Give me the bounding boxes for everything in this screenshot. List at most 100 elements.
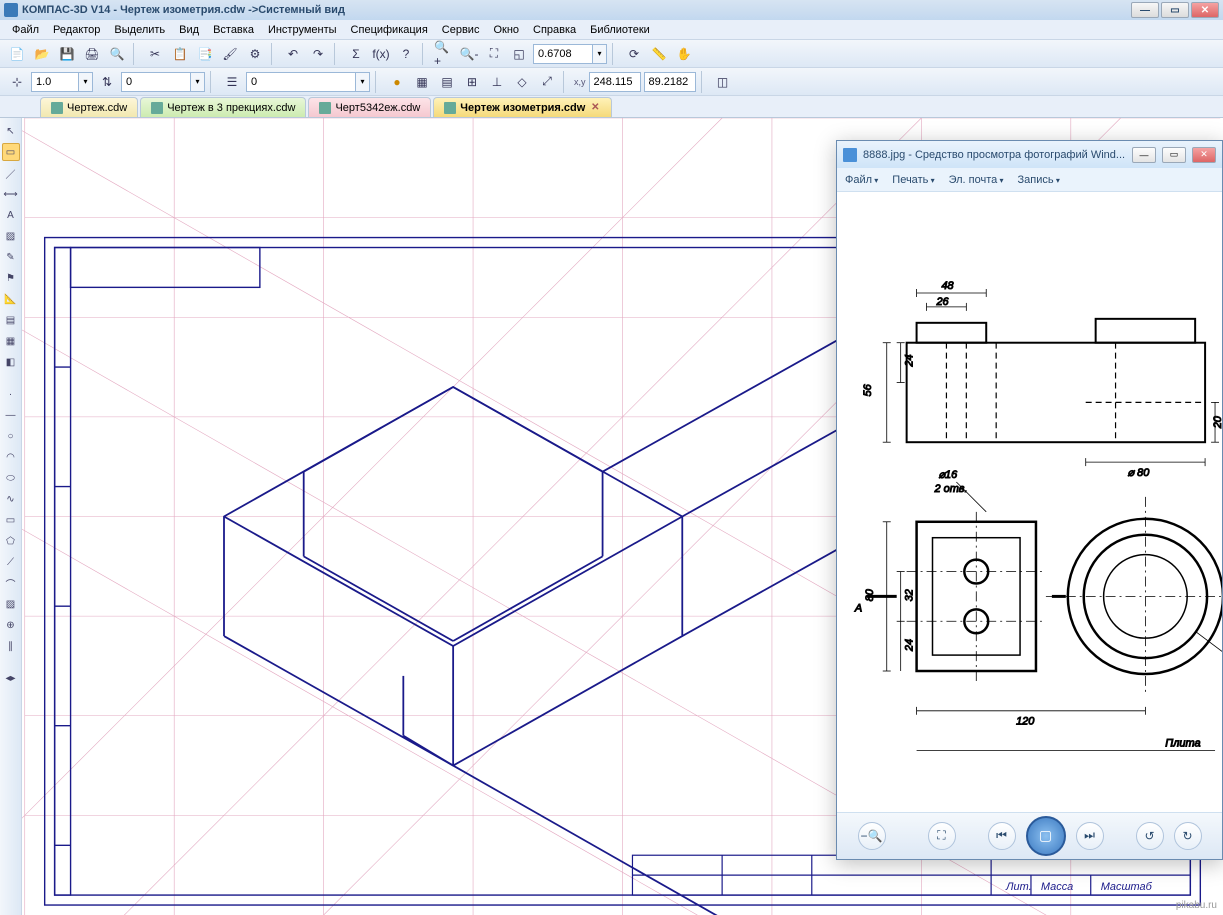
- geom-chamfer-icon[interactable]: ⟋: [2, 553, 20, 571]
- menu-window[interactable]: Окно: [487, 22, 525, 38]
- menu-file[interactable]: Файл: [6, 22, 45, 38]
- spec-icon[interactable]: ▤: [2, 311, 20, 329]
- pv-menu-email[interactable]: Эл. почта: [949, 174, 1004, 186]
- undo-icon[interactable]: ↶: [282, 43, 304, 65]
- sigma-icon[interactable]: Σ: [345, 43, 367, 65]
- tab-4[interactable]: Чертеж изометрия.cdw ✕: [433, 97, 612, 117]
- grid3-icon[interactable]: ⊞: [461, 71, 483, 93]
- new-icon[interactable]: 📄: [6, 43, 28, 65]
- dimension-icon[interactable]: ⟷: [2, 185, 20, 203]
- grid2-icon[interactable]: ▤: [436, 71, 458, 93]
- pv-zoom-out-icon[interactable]: −🔍: [858, 822, 886, 850]
- style-icon[interactable]: ●: [386, 71, 408, 93]
- zoom-window-icon[interactable]: ◱: [508, 43, 530, 65]
- menu-service[interactable]: Сервис: [436, 22, 486, 38]
- lineweight-dropdown[interactable]: ▾: [79, 72, 93, 92]
- select-icon[interactable]: ▭: [2, 143, 20, 161]
- zoom-input[interactable]: [533, 44, 593, 64]
- params-icon[interactable]: ⚑: [2, 269, 20, 287]
- geom-equid-icon[interactable]: ∥: [2, 637, 20, 655]
- text-icon[interactable]: A: [2, 206, 20, 224]
- hatch-icon[interactable]: ▨: [2, 227, 20, 245]
- geom-rect-icon[interactable]: ▭: [2, 511, 20, 529]
- geom-arc-icon[interactable]: ◠: [2, 448, 20, 466]
- menu-help[interactable]: Справка: [527, 22, 582, 38]
- open-icon[interactable]: 📂: [31, 43, 53, 65]
- brush-icon[interactable]: 🖌: [219, 43, 241, 65]
- zoom-in-icon[interactable]: 🔍+: [433, 43, 455, 65]
- minimize-button[interactable]: —: [1131, 2, 1159, 18]
- menu-select[interactable]: Выделить: [108, 22, 171, 38]
- print-icon[interactable]: 🖨: [81, 43, 103, 65]
- pv-maximize-button[interactable]: ▭: [1162, 147, 1186, 163]
- copy-icon[interactable]: 📋: [169, 43, 191, 65]
- tool-extra-icon[interactable]: ◫: [712, 71, 734, 93]
- grid1-icon[interactable]: ▦: [411, 71, 433, 93]
- geom-ellipse-icon[interactable]: ⬭: [2, 469, 20, 487]
- pv-menu-burn[interactable]: Запись: [1018, 174, 1060, 186]
- tab-1[interactable]: Чертеж.cdw: [40, 97, 138, 117]
- report-icon[interactable]: ▦: [2, 332, 20, 350]
- geom-spline-icon[interactable]: ∿: [2, 490, 20, 508]
- menu-spec[interactable]: Спецификация: [345, 22, 434, 38]
- line-icon[interactable]: ／: [2, 164, 20, 182]
- lineweight-input[interactable]: [31, 72, 79, 92]
- layer-icon[interactable]: ☰: [221, 71, 243, 93]
- menu-tools[interactable]: Инструменты: [262, 22, 343, 38]
- menu-editor[interactable]: Редактор: [47, 22, 106, 38]
- geom-point-icon[interactable]: ·: [2, 385, 20, 403]
- pv-menu-print[interactable]: Печать: [892, 174, 934, 186]
- pv-rotate-ccw-icon[interactable]: ↺: [1136, 822, 1164, 850]
- refresh-icon[interactable]: ⟳: [623, 43, 645, 65]
- tab-close-icon[interactable]: ✕: [589, 102, 601, 114]
- zoom-out-icon[interactable]: 🔍-: [458, 43, 480, 65]
- close-button[interactable]: ✕: [1191, 2, 1219, 18]
- zoom-dropdown[interactable]: ▾: [593, 44, 607, 64]
- maximize-button[interactable]: ▭: [1161, 2, 1189, 18]
- pv-titlebar[interactable]: 8888.jpg - Средство просмотра фотографий…: [837, 141, 1222, 168]
- pan-icon[interactable]: ✋: [673, 43, 695, 65]
- geom-hatch-icon[interactable]: ▨: [2, 595, 20, 613]
- fx-icon[interactable]: f(x): [370, 43, 392, 65]
- coord-y-input[interactable]: [644, 72, 696, 92]
- const-icon[interactable]: ◧: [2, 353, 20, 371]
- measure-icon[interactable]: 📏: [648, 43, 670, 65]
- pv-prev-icon[interactable]: ⏮: [988, 822, 1016, 850]
- tab-2[interactable]: Чертеж в 3 прекциях.cdw: [140, 97, 306, 117]
- geom-circle-icon[interactable]: ○: [2, 427, 20, 445]
- menu-view[interactable]: Вид: [173, 22, 205, 38]
- layer-dropdown[interactable]: ▾: [356, 72, 370, 92]
- axes-icon[interactable]: ⤢: [536, 71, 558, 93]
- menu-libs[interactable]: Библиотеки: [584, 22, 656, 38]
- preview-icon[interactable]: 🔍: [106, 43, 128, 65]
- edit-icon[interactable]: ✎: [2, 248, 20, 266]
- pv-rotate-cw-icon[interactable]: ↻: [1174, 822, 1202, 850]
- snap2-icon[interactable]: ◇: [511, 71, 533, 93]
- layer-input[interactable]: [246, 72, 356, 92]
- pv-fit-icon[interactable]: ⛶: [928, 822, 956, 850]
- pv-close-button[interactable]: ✕: [1192, 147, 1216, 163]
- cut-icon[interactable]: ✂: [144, 43, 166, 65]
- collapse-icon[interactable]: ◂▸: [2, 669, 20, 687]
- paste-icon[interactable]: 📑: [194, 43, 216, 65]
- geom-fillet-icon[interactable]: ⌒: [2, 574, 20, 592]
- geom-poly-icon[interactable]: ⬠: [2, 532, 20, 550]
- menu-insert[interactable]: Вставка: [207, 22, 260, 38]
- properties-icon[interactable]: ⚙: [244, 43, 266, 65]
- pv-minimize-button[interactable]: —: [1132, 147, 1156, 163]
- ortho-icon[interactable]: ⊥: [486, 71, 508, 93]
- zoom-fit-icon[interactable]: ⛶: [483, 43, 505, 65]
- save-icon[interactable]: 💾: [56, 43, 78, 65]
- geom-centerline-icon[interactable]: ⊕: [2, 616, 20, 634]
- geom-line-icon[interactable]: —: [2, 406, 20, 424]
- step-dropdown[interactable]: ▾: [191, 72, 205, 92]
- photo-viewer-window[interactable]: 8888.jpg - Средство просмотра фотографий…: [836, 140, 1223, 860]
- tab-3[interactable]: Черт5342еж.cdw: [308, 97, 431, 117]
- cursor-icon[interactable]: ↖: [2, 122, 20, 140]
- pv-slideshow-icon[interactable]: ▢: [1026, 816, 1066, 856]
- help-icon[interactable]: ?: [395, 43, 417, 65]
- pv-menu-file[interactable]: Файл: [845, 174, 878, 186]
- pv-next-icon[interactable]: ⏭: [1076, 822, 1104, 850]
- coord-x-input[interactable]: [589, 72, 641, 92]
- step-input[interactable]: [121, 72, 191, 92]
